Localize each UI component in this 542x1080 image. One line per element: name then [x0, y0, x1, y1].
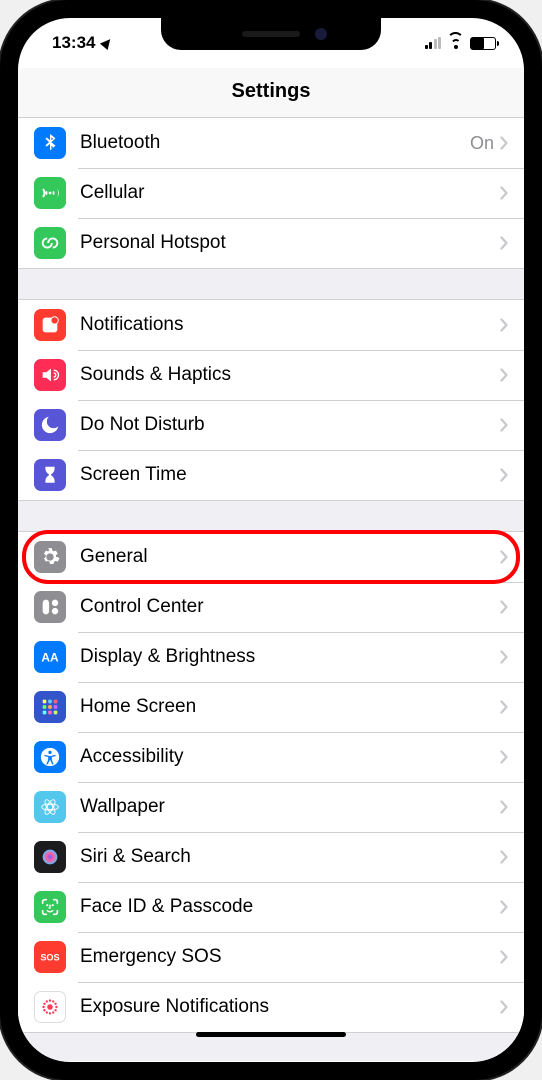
settings-row-notifications[interactable]: Notifications [18, 300, 524, 350]
row-label: Exposure Notifications [80, 996, 500, 1018]
siri-icon [34, 841, 66, 873]
phone-frame: 13:34 Settings BluetoothOn Cellular Person… [0, 0, 542, 1080]
bluetooth-icon [34, 127, 66, 159]
general-icon [34, 541, 66, 573]
chevron-right-icon [500, 1000, 508, 1014]
settings-row-display[interactable]: AA Display & Brightness [18, 632, 524, 682]
settings-row-accessibility[interactable]: Accessibility [18, 732, 524, 782]
screen: 13:34 Settings BluetoothOn Cellular Person… [18, 18, 524, 1062]
chevron-right-icon [500, 800, 508, 814]
row-label: Face ID & Passcode [80, 896, 500, 918]
row-label: Wallpaper [80, 796, 500, 818]
row-label: Emergency SOS [80, 946, 500, 968]
chevron-right-icon [500, 186, 508, 200]
dnd-icon [34, 409, 66, 441]
nav-header: Settings [18, 68, 524, 118]
row-label: Bluetooth [80, 132, 470, 154]
row-label: Screen Time [80, 464, 500, 486]
row-label: Accessibility [80, 746, 500, 768]
battery-icon [470, 37, 496, 50]
settings-row-sounds[interactable]: Sounds & Haptics [18, 350, 524, 400]
row-value: On [470, 133, 494, 154]
location-icon [100, 36, 114, 50]
chevron-right-icon [500, 550, 508, 564]
row-label: Home Screen [80, 696, 500, 718]
chevron-right-icon [500, 468, 508, 482]
screentime-icon [34, 459, 66, 491]
notch [161, 18, 381, 50]
sos-icon: SOS [34, 941, 66, 973]
exposure-icon [34, 991, 66, 1023]
row-label: Siri & Search [80, 846, 500, 868]
homescreen-icon [34, 691, 66, 723]
settings-row-cellular[interactable]: Cellular [18, 168, 524, 218]
cellular-signal-icon [425, 37, 442, 49]
settings-row-wallpaper[interactable]: Wallpaper [18, 782, 524, 832]
settings-row-dnd[interactable]: Do Not Disturb [18, 400, 524, 450]
settings-row-hotspot[interactable]: Personal Hotspot [18, 218, 524, 268]
chevron-right-icon [500, 418, 508, 432]
row-label: Notifications [80, 314, 500, 336]
settings-list[interactable]: BluetoothOn Cellular Personal Hotspot Notif… [18, 118, 524, 1061]
row-label: Personal Hotspot [80, 232, 500, 254]
display-icon: AA [34, 641, 66, 673]
svg-text:SOS: SOS [40, 953, 59, 963]
row-label: Control Center [80, 596, 500, 618]
faceid-icon [34, 891, 66, 923]
page-title: Settings [18, 80, 524, 103]
status-time: 13:34 [52, 33, 95, 53]
chevron-right-icon [500, 950, 508, 964]
settings-row-controlcenter[interactable]: Control Center [18, 582, 524, 632]
settings-group: BluetoothOn Cellular Personal Hotspot [18, 118, 524, 269]
chevron-right-icon [500, 700, 508, 714]
controlcenter-icon [34, 591, 66, 623]
chevron-right-icon [500, 900, 508, 914]
hotspot-icon [34, 227, 66, 259]
cellular-icon [34, 177, 66, 209]
settings-row-general[interactable]: General [18, 532, 524, 582]
row-label: Do Not Disturb [80, 414, 500, 436]
chevron-right-icon [500, 600, 508, 614]
settings-row-bluetooth[interactable]: BluetoothOn [18, 118, 524, 168]
notifications-icon [34, 309, 66, 341]
settings-row-homescreen[interactable]: Home Screen [18, 682, 524, 732]
row-label: Display & Brightness [80, 646, 500, 668]
accessibility-icon [34, 741, 66, 773]
chevron-right-icon [500, 318, 508, 332]
settings-row-sos[interactable]: SOS Emergency SOS [18, 932, 524, 982]
settings-row-exposure[interactable]: Exposure Notifications [18, 982, 524, 1032]
settings-row-siri[interactable]: Siri & Search [18, 832, 524, 882]
chevron-right-icon [500, 850, 508, 864]
chevron-right-icon [500, 368, 508, 382]
chevron-right-icon [500, 750, 508, 764]
row-label: Cellular [80, 182, 500, 204]
row-label: General [80, 546, 500, 568]
svg-text:AA: AA [41, 651, 59, 665]
chevron-right-icon [500, 136, 508, 150]
chevron-right-icon [500, 236, 508, 250]
settings-group: Notifications Sounds & Haptics Do Not Dist… [18, 299, 524, 501]
wifi-icon [447, 37, 464, 49]
row-label: Sounds & Haptics [80, 364, 500, 386]
sounds-icon [34, 359, 66, 391]
chevron-right-icon [500, 650, 508, 664]
wallpaper-icon [34, 791, 66, 823]
settings-row-faceid[interactable]: Face ID & Passcode [18, 882, 524, 932]
settings-group: General Control Center AA Display & Brightn… [18, 531, 524, 1033]
settings-row-screentime[interactable]: Screen Time [18, 450, 524, 500]
home-indicator[interactable] [196, 1032, 346, 1037]
